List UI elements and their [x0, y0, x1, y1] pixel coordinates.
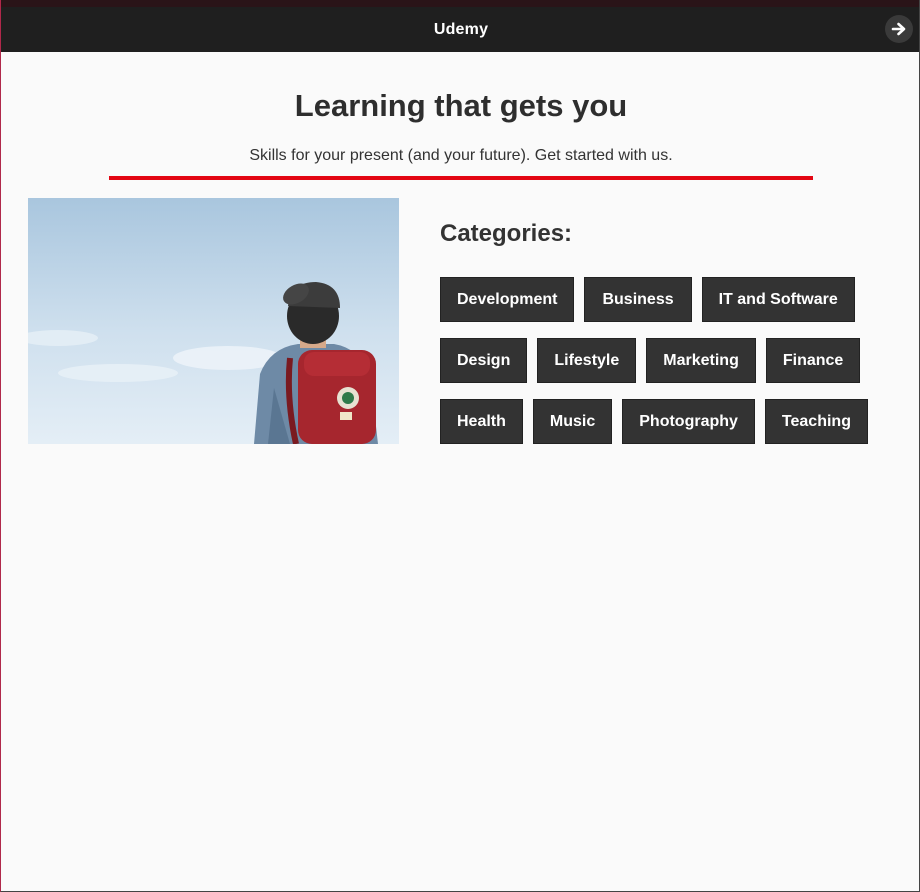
title-bar: Udemy [1, 7, 919, 52]
category-button-lifestyle[interactable]: Lifestyle [537, 338, 637, 383]
category-row-1: Development Business IT and Software [440, 277, 855, 322]
category-button-health[interactable]: Health [440, 399, 523, 444]
backpacker-illustration [28, 198, 399, 444]
exit-button[interactable] [885, 15, 913, 43]
category-button-marketing[interactable]: Marketing [646, 338, 756, 383]
category-button-teaching[interactable]: Teaching [764, 399, 868, 444]
hero-tagline: Skills for your present (and your future… [249, 147, 673, 164]
category-button-photography[interactable]: Photography [622, 399, 755, 444]
categories-heading: Categories: [440, 220, 573, 247]
hero-divider [109, 176, 813, 180]
category-row-3: Health Music Photography Teaching [440, 399, 868, 444]
category-button-finance[interactable]: Finance [765, 338, 861, 383]
category-button-design[interactable]: Design [440, 338, 528, 383]
category-button-it-software[interactable]: IT and Software [701, 277, 855, 322]
category-row-2: Design Lifestyle Marketing Finance [440, 338, 861, 383]
category-button-music[interactable]: Music [532, 399, 613, 444]
hero-headline: Learning that gets you [294, 88, 628, 123]
window-top-strip [1, 0, 919, 7]
category-button-development[interactable]: Development [440, 277, 575, 322]
category-button-business[interactable]: Business [584, 277, 692, 322]
arrow-right-circle-icon [891, 22, 906, 36]
app-title: Udemy [433, 20, 489, 38]
hero-photo [28, 198, 399, 444]
app-window: Udemy Learning that gets you Skills for … [0, 0, 920, 892]
